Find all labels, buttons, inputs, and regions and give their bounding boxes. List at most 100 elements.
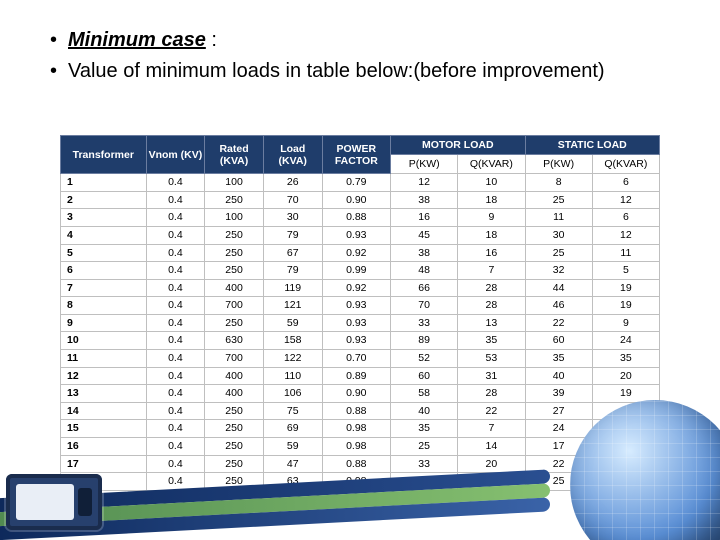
cell-motor-p: 38 [391, 244, 458, 262]
cell-load: 59 [263, 438, 322, 456]
cell-static-q: 6 [592, 174, 659, 192]
cell-motor-q: 20 [458, 455, 525, 473]
cell-motor-p: 33 [391, 314, 458, 332]
cell-motor-q: 35 [458, 332, 525, 350]
cell-pf: 0.88 [322, 209, 390, 227]
data-table: Transformer Vnom (KV) Rated (KVA) Load (… [60, 135, 660, 491]
cell-load: 110 [263, 367, 322, 385]
table-row: 40.4250790.9345183012 [61, 226, 660, 244]
cell-motor-q: 9 [458, 209, 525, 227]
table-body: 10.4100260.7912108620.4250700.9038182512… [61, 174, 660, 491]
table-row: 60.4250790.99487325 [61, 262, 660, 280]
bullet-1-label: Minimum case [68, 29, 206, 51]
cell-motor-q: 28 [458, 385, 525, 403]
cell-load: 106 [263, 385, 322, 403]
cell-rated: 100 [205, 174, 264, 192]
table-row: 180.4250630.9837172511 [61, 473, 660, 491]
cell-transformer: 9 [61, 314, 147, 332]
table-row: 20.4250700.9038182512 [61, 191, 660, 209]
cell-load: 70 [263, 191, 322, 209]
cell-transformer: 16 [61, 438, 147, 456]
cell-static-q: 35 [592, 350, 659, 368]
bullet-dot: • [50, 57, 68, 86]
cell-static-q: 13 [592, 455, 659, 473]
cell-transformer: 17 [61, 455, 147, 473]
cell-transformer: 4 [61, 226, 147, 244]
cell-load: 122 [263, 350, 322, 368]
table-row: 30.4100300.88169116 [61, 209, 660, 227]
cell-pf: 0.79 [322, 174, 390, 192]
cell-transformer: 14 [61, 402, 147, 420]
bullet-2: • Value of minimum loads in table below:… [50, 57, 686, 86]
cell-transformer: 11 [61, 350, 147, 368]
cell-static-q: 5 [592, 262, 659, 280]
cell-load: 119 [263, 279, 322, 297]
cell-transformer: 6 [61, 262, 147, 280]
cell-motor-p: 60 [391, 367, 458, 385]
table-row: 70.44001190.9266284419 [61, 279, 660, 297]
cell-transformer: 15 [61, 420, 147, 438]
cell-static-q: 12 [592, 191, 659, 209]
th-motor: MOTOR LOAD [391, 136, 525, 155]
cell-rated: 250 [205, 473, 264, 491]
th-static-q: Q(KVAR) [592, 155, 659, 174]
cell-load: 63 [263, 473, 322, 491]
cell-static-q: 24 [592, 332, 659, 350]
table-row: 10.4100260.79121086 [61, 174, 660, 192]
cell-static-p: 30 [525, 226, 592, 244]
cell-static-p: 27 [525, 402, 592, 420]
table-row: 160.4250590.982514179 [61, 438, 660, 456]
cell-static-p: 35 [525, 350, 592, 368]
cell-load: 30 [263, 209, 322, 227]
cell-static-p: 25 [525, 244, 592, 262]
cell-rated: 250 [205, 438, 264, 456]
cell-motor-p: 40 [391, 402, 458, 420]
table-head: Transformer Vnom (KV) Rated (KVA) Load (… [61, 136, 660, 174]
cell-transformer: 3 [61, 209, 147, 227]
cell-load: 59 [263, 314, 322, 332]
table-row: 90.4250590.933313229 [61, 314, 660, 332]
cell-static-q: 6 [592, 209, 659, 227]
cell-rated: 250 [205, 402, 264, 420]
cell-pf: 0.88 [322, 402, 390, 420]
cell-static-p: 60 [525, 332, 592, 350]
cell-vnom: 0.4 [146, 314, 205, 332]
cell-load: 79 [263, 226, 322, 244]
cell-transformer: 7 [61, 279, 147, 297]
cell-rated: 100 [205, 209, 264, 227]
cell-transformer: 10 [61, 332, 147, 350]
cell-vnom: 0.4 [146, 438, 205, 456]
cell-motor-q: 28 [458, 297, 525, 315]
cell-motor-q: 31 [458, 367, 525, 385]
cell-motor-p: 33 [391, 455, 458, 473]
cell-static-p: 25 [525, 473, 592, 491]
cell-static-p: 22 [525, 314, 592, 332]
th-transformer: Transformer [61, 136, 147, 174]
cell-static-q: 9 [592, 438, 659, 456]
cell-pf: 0.93 [322, 332, 390, 350]
cell-pf: 0.93 [322, 314, 390, 332]
table-row: 120.44001100.8960314020 [61, 367, 660, 385]
cell-static-p: 32 [525, 262, 592, 280]
cell-transformer: 12 [61, 367, 147, 385]
th-pf: POWER FACTOR [322, 136, 390, 174]
cell-rated: 700 [205, 350, 264, 368]
cell-rated: 400 [205, 367, 264, 385]
cell-motor-p: 70 [391, 297, 458, 315]
bullet-list: • Minimum case : • Value of minimum load… [0, 0, 720, 86]
cell-load: 121 [263, 297, 322, 315]
cell-motor-p: 48 [391, 262, 458, 280]
cell-motor-p: 38 [391, 191, 458, 209]
cell-load: 67 [263, 244, 322, 262]
cell-pf: 0.90 [322, 191, 390, 209]
cell-rated: 250 [205, 455, 264, 473]
cell-static-q: 9 [592, 314, 659, 332]
th-vnom: Vnom (KV) [146, 136, 205, 174]
cell-rated: 250 [205, 262, 264, 280]
cell-motor-q: 22 [458, 402, 525, 420]
cell-vnom: 0.4 [146, 420, 205, 438]
cell-rated: 400 [205, 385, 264, 403]
cell-static-p: 22 [525, 455, 592, 473]
cell-pf: 0.98 [322, 473, 390, 491]
cell-pf: 0.92 [322, 279, 390, 297]
